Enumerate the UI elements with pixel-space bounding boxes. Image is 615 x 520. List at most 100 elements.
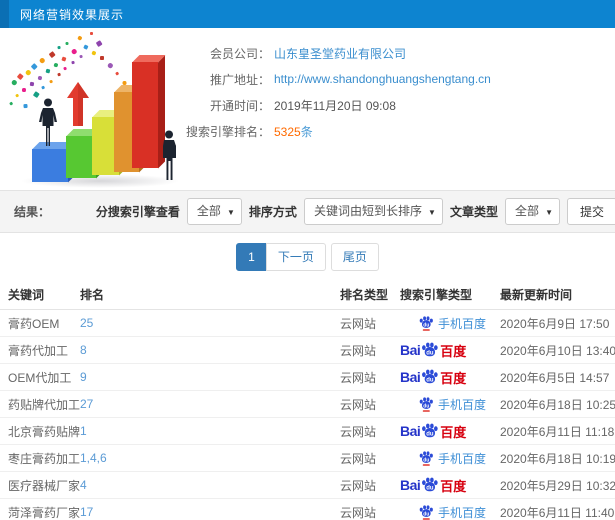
result-label: 结果： xyxy=(14,205,51,219)
rank-type-cell: 云网站 xyxy=(340,451,377,466)
company-label: 会员公司： xyxy=(209,46,270,61)
table-body: 膏药OEM 25 云网站 du 手机百度 2020年6月9日 17:50 膏药代加… xyxy=(0,310,615,520)
keyword-cell: OEM代加工 xyxy=(8,370,72,385)
table-row: 北京膏药贴牌 1 云网站 Bai du 百度 2020年6月11日 11:18 xyxy=(0,418,615,445)
header-rank-type: 排名类型 xyxy=(340,288,389,302)
confetti-dot xyxy=(83,44,89,50)
rank-link[interactable]: 9 xyxy=(80,370,340,384)
sort-select[interactable]: 关键词由短到长排序 ▼ xyxy=(303,198,443,225)
keyword-cell: 膏药代加工 xyxy=(8,343,69,358)
engine-filter-value: 全部 xyxy=(196,204,221,218)
confetti-dot xyxy=(63,66,67,70)
submit-button[interactable]: 提交 xyxy=(566,198,615,225)
rank-link[interactable]: 27 xyxy=(80,397,340,411)
svg-text:du: du xyxy=(427,350,435,356)
table-row: 菏泽膏药厂家 17 云网站 du 手机百度 2020年6月11日 11:40 xyxy=(0,499,615,520)
confetti-dot xyxy=(29,81,34,86)
chevron-down-icon: ▼ xyxy=(428,208,436,217)
table-header-row: 关键词 排名 排名类型 搜索引擎类型 最新更新时间 xyxy=(0,280,615,310)
promo-url-link[interactable]: http://www.shandonghuangshengtang.cn xyxy=(274,72,491,86)
confetti-dot xyxy=(33,91,40,98)
table-row: 膏药OEM 25 云网站 du 手机百度 2020年6月9日 17:50 xyxy=(0,310,615,337)
rank-type-cell: 云网站 xyxy=(340,397,377,412)
company-info-section: 会员公司： 山东皇圣堂药业有限公司 推广地址： http://www.shand… xyxy=(0,28,615,190)
filter-controls: 分搜索引擎查看 全部 ▼ 排序方式 关键词由短到长排序 ▼ 文章类型 全部 ▼ … xyxy=(96,198,615,225)
sort-label: 排序方式 xyxy=(248,205,297,219)
rank-link[interactable]: 1 xyxy=(80,424,340,438)
confetti-dot xyxy=(57,45,61,49)
confetti-dot xyxy=(23,103,28,108)
rank-count-label: 搜索引擎排名： xyxy=(185,124,270,139)
confetti-dot xyxy=(25,69,32,76)
rank-type-cell: 云网站 xyxy=(340,505,377,520)
rank-type-cell: 云网站 xyxy=(340,316,377,331)
rank-link[interactable]: 4 xyxy=(80,478,340,492)
rank-link[interactable]: 8 xyxy=(80,343,340,357)
last-page-button[interactable]: 尾页 xyxy=(330,242,379,271)
engine-cell: Bai du 百度 xyxy=(400,341,500,360)
keyword-cell: 药贴牌代加工 xyxy=(8,397,80,412)
mobile-baidu-icon: du xyxy=(419,451,433,466)
company-link[interactable]: 山东皇圣堂药业有限公司 xyxy=(274,45,406,62)
rank-link[interactable]: 25 xyxy=(80,316,340,330)
company-info-list: 会员公司： 山东皇圣堂药业有限公司 推广地址： http://www.shand… xyxy=(178,40,491,144)
results-table: 关键词 排名 排名类型 搜索引擎类型 最新更新时间 膏药OEM 25 云网站 d… xyxy=(0,280,615,520)
table-row: 药贴牌代加工 27 云网站 du 手机百度 2020年6月18日 10:25 xyxy=(0,391,615,418)
baidu-logo-bai: Bai xyxy=(400,477,421,493)
pagination: 1 下一页 尾页 xyxy=(0,233,615,280)
updated-cell: 2020年6月11日 11:40 xyxy=(500,505,615,520)
article-type-select[interactable]: 全部 ▼ xyxy=(504,198,560,225)
page-1-button[interactable]: 1 xyxy=(236,242,267,271)
rank-type-cell: 云网站 xyxy=(340,424,377,439)
confetti-dot xyxy=(71,60,75,64)
baidu-logo-cn: 百度 xyxy=(440,370,467,386)
svg-text:du: du xyxy=(423,457,429,463)
rank-count-value: 5325条 xyxy=(274,123,313,140)
header-rank: 排名 xyxy=(80,288,105,302)
svg-text:du: du xyxy=(427,377,435,383)
confetti-dot xyxy=(17,73,24,80)
confetti-dot xyxy=(21,87,26,92)
updated-cell: 2020年5月29日 10:32 xyxy=(500,478,615,493)
svg-text:du: du xyxy=(423,511,429,517)
businessman-on-bar-icon xyxy=(39,98,57,146)
table-row: 枣庄膏药加工 1,4,6 云网站 du 手机百度 2020年6月18日 10:19 xyxy=(0,445,615,472)
svg-text:du: du xyxy=(427,431,435,437)
3d-bar xyxy=(132,55,165,168)
filter-bar: 结果： 分搜索引擎查看 全部 ▼ 排序方式 关键词由短到长排序 ▼ 文章类型 全… xyxy=(0,190,615,233)
rank-link[interactable]: 1,4,6 xyxy=(80,451,340,465)
updated-cell: 2020年6月18日 10:19 xyxy=(500,451,615,466)
rank-count-suffix: 条 xyxy=(300,124,313,139)
engine-cell: du 手机百度 xyxy=(400,504,500,520)
engine-cell: Bai du 百度 xyxy=(400,422,500,441)
baidu-logo-cn: 百度 xyxy=(440,478,467,494)
chevron-down-icon: ▼ xyxy=(545,208,553,217)
baidu-logo: Bai du 百度 xyxy=(400,368,466,387)
confetti-dot xyxy=(71,48,78,55)
open-time-label: 开通时间： xyxy=(209,98,270,113)
mobile-baidu-icon: du xyxy=(419,505,433,520)
baidu-paw-icon: du xyxy=(422,423,438,437)
engine-cell: Bai du 百度 xyxy=(400,368,500,387)
engine-cell: du 手机百度 xyxy=(400,315,500,332)
engine-filter-select[interactable]: 全部 ▼ xyxy=(186,198,242,225)
confetti-dot xyxy=(91,50,97,56)
confetti-dot xyxy=(107,62,114,69)
confetti-dot xyxy=(122,80,127,85)
chevron-down-icon: ▼ xyxy=(227,208,235,217)
table-row: 医疗器械厂家 4 云网站 Bai du 百度 2020年5月29日 10:32 xyxy=(0,472,615,499)
up-arrow-icon xyxy=(67,82,89,126)
rank-link[interactable]: 17 xyxy=(80,505,340,519)
info-row-rank-count: 搜索引擎排名： 5325条 xyxy=(178,118,491,144)
next-page-button[interactable]: 下一页 xyxy=(265,242,326,271)
updated-cell: 2020年6月5日 14:57 xyxy=(500,370,610,385)
confetti-dot xyxy=(79,54,83,58)
confetti-dot xyxy=(77,35,83,41)
confetti-dot xyxy=(39,57,46,64)
confetti-dot xyxy=(99,55,104,60)
baidu-logo: Bai du 百度 xyxy=(400,476,466,495)
confetti-dot xyxy=(90,32,93,35)
table-row: OEM代加工 9 云网站 Bai du 百度 2020年6月5日 14:57 xyxy=(0,364,615,391)
updated-cell: 2020年6月18日 10:25 xyxy=(500,397,615,412)
baidu-logo: Bai du 百度 xyxy=(400,422,466,441)
